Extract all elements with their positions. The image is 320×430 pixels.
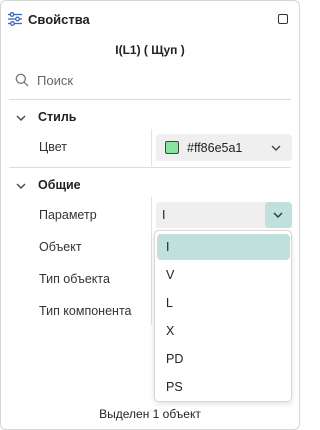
section-style-label: Стиль bbox=[38, 110, 77, 124]
divider bbox=[9, 99, 291, 100]
properties-panel: Свойства I(L1) ( Щуп ) Стиль Цвет #ff86e… bbox=[0, 0, 300, 430]
search-input[interactable] bbox=[37, 71, 277, 89]
color-swatch bbox=[165, 141, 179, 154]
parameter-value: I bbox=[162, 208, 166, 222]
dropdown-option-v[interactable]: V bbox=[157, 262, 290, 288]
dropdown-option-i[interactable]: I bbox=[157, 234, 290, 260]
dropdown-option-x[interactable]: X bbox=[157, 318, 290, 344]
dropdown-option-pd[interactable]: PD bbox=[157, 346, 290, 372]
option-label: V bbox=[166, 268, 175, 282]
color-picker[interactable]: #ff86e5a1 bbox=[156, 134, 292, 161]
chevron-down-icon bbox=[15, 112, 27, 124]
search-bar bbox=[15, 71, 285, 91]
panel-title: Свойства bbox=[28, 12, 90, 27]
selected-object-title: I(L1) ( Щуп ) bbox=[115, 43, 185, 57]
divider bbox=[9, 167, 291, 168]
section-general-label: Общие bbox=[38, 178, 81, 192]
component-type-label: Тип компонента bbox=[39, 304, 132, 318]
chevron-down-icon bbox=[15, 180, 27, 192]
option-label: PD bbox=[166, 352, 184, 366]
column-separator bbox=[151, 197, 152, 325]
color-label: Цвет bbox=[39, 140, 68, 154]
dropdown-option-ps[interactable]: PS bbox=[157, 374, 290, 400]
dropdown-option-l[interactable]: L bbox=[157, 290, 290, 316]
maximize-icon[interactable] bbox=[278, 14, 288, 24]
option-label: L bbox=[166, 296, 173, 310]
dropdown-toggle-button[interactable] bbox=[265, 202, 292, 228]
object-label: Объект bbox=[39, 240, 82, 254]
panel-header: Свойства bbox=[1, 1, 299, 37]
status-bar-text: Выделен 1 объект bbox=[99, 407, 201, 421]
color-value: #ff86e5a1 bbox=[187, 141, 243, 155]
parameter-select[interactable]: I bbox=[156, 202, 292, 228]
chevron-down-icon bbox=[270, 142, 282, 154]
parameter-dropdown-menu: I V L X PD PS bbox=[154, 230, 292, 402]
parameter-label: Параметр bbox=[39, 208, 97, 222]
option-label: X bbox=[166, 324, 175, 338]
column-separator bbox=[151, 129, 152, 166]
object-type-label: Тип объекта bbox=[39, 272, 110, 286]
chevron-down-icon bbox=[272, 209, 284, 221]
option-label: PS bbox=[166, 380, 183, 394]
sliders-icon bbox=[7, 11, 23, 27]
option-label: I bbox=[166, 240, 170, 254]
search-icon bbox=[15, 73, 29, 87]
